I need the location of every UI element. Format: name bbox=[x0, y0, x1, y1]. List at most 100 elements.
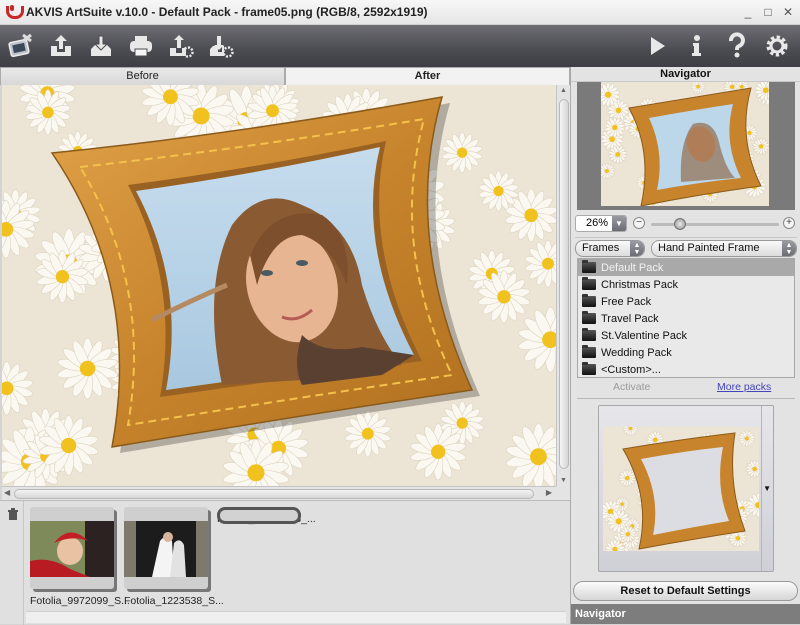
scroll-up-icon[interactable]: ▲ bbox=[560, 87, 567, 94]
window-title: AKVIS ArtSuite v.10.0 - Default Pack - f… bbox=[26, 5, 428, 19]
right-panel: Navigator 26% ▼ − + Frames ▲ ▼ Hand Pain… bbox=[570, 67, 800, 624]
reset-default-settings-button[interactable]: Reset to Default Settings bbox=[573, 581, 798, 601]
thumbnail-label: Fotolia_9972099_S... bbox=[30, 595, 130, 607]
print-button[interactable] bbox=[124, 29, 158, 63]
frame-preview-select[interactable]: ▼ bbox=[598, 405, 774, 572]
pack-item[interactable]: Default Pack bbox=[578, 259, 794, 276]
run-button[interactable] bbox=[640, 29, 674, 63]
pack-list: Default Pack Christmas Pack Free Pack Trave… bbox=[577, 258, 795, 378]
activate-link[interactable]: Activate bbox=[613, 381, 650, 393]
frame-select[interactable]: Hand Painted Frame ▲ ▼ bbox=[651, 240, 797, 257]
more-packs-link[interactable]: More packs bbox=[717, 381, 771, 393]
navigator-footer: Navigator bbox=[571, 604, 800, 624]
horizontal-scrollbar[interactable]: ◀ ▶ bbox=[2, 486, 556, 500]
scroll-down-icon[interactable]: ▼ bbox=[560, 477, 567, 484]
settings-icon bbox=[766, 35, 788, 57]
minimize-button[interactable]: _ bbox=[742, 5, 754, 19]
open-image-button[interactable] bbox=[44, 29, 78, 63]
thumbnail-item-selected[interactable]: Fotolia_15831553_... bbox=[217, 507, 316, 525]
load-preset-icon bbox=[170, 35, 194, 58]
title-bar: AKVIS ArtSuite v.10.0 - Default Pack - f… bbox=[0, 0, 800, 25]
navigator-thumbnail bbox=[595, 82, 780, 210]
akvis-logo-icon bbox=[6, 5, 24, 19]
strip-scrollbar[interactable] bbox=[26, 611, 566, 623]
pack-item[interactable]: Free Pack bbox=[578, 293, 794, 310]
pack-label: Default Pack bbox=[601, 261, 664, 274]
thumbnail-frame bbox=[217, 507, 301, 524]
toolbar bbox=[0, 25, 800, 67]
chevron-down-icon[interactable]: ▼ bbox=[763, 484, 771, 493]
pack-item[interactable]: <Custom>... bbox=[578, 361, 794, 378]
navigator-preview[interactable] bbox=[577, 82, 795, 210]
vertical-scroll-thumb[interactable] bbox=[559, 99, 569, 469]
thumbnail-photo bbox=[30, 521, 114, 577]
window-controls: _ □ ✕ bbox=[742, 5, 794, 19]
navigator-image bbox=[595, 82, 780, 210]
scroll-right-icon[interactable]: ▶ bbox=[546, 488, 552, 497]
frame-select-value: Hand Painted Frame bbox=[658, 242, 760, 254]
zoom-out-button[interactable]: − bbox=[633, 217, 645, 229]
info-button[interactable] bbox=[680, 29, 714, 63]
updown-arrows-icon: ▲ ▼ bbox=[782, 241, 796, 256]
framed-photo-image bbox=[2, 85, 556, 486]
save-preset-icon bbox=[210, 36, 234, 58]
thumbnail-item[interactable]: Fotolia_1223538_S... bbox=[124, 507, 224, 607]
folder-icon bbox=[582, 328, 596, 341]
zoom-level-select[interactable]: 26% ▼ bbox=[575, 215, 627, 232]
effect-select[interactable]: Frames ▲ ▼ bbox=[575, 240, 645, 257]
zoom-slider-thumb[interactable] bbox=[674, 218, 687, 230]
zoom-in-button[interactable]: + bbox=[783, 217, 795, 229]
pack-label: <Custom>... bbox=[601, 363, 661, 376]
load-preset-button[interactable] bbox=[164, 29, 198, 63]
pack-label: Free Pack bbox=[601, 295, 652, 308]
settings-button[interactable] bbox=[760, 29, 794, 63]
divider bbox=[577, 398, 795, 399]
pack-item[interactable]: St.Valentine Pack bbox=[578, 327, 794, 344]
pack-label: Travel Pack bbox=[601, 312, 659, 325]
scroll-left-icon[interactable]: ◀ bbox=[4, 488, 10, 497]
zoom-value: 26% bbox=[586, 217, 609, 229]
thumbnail-photo bbox=[124, 521, 208, 577]
maximize-button[interactable]: □ bbox=[762, 5, 774, 19]
pack-links: Activate More packs bbox=[577, 381, 795, 395]
run-icon bbox=[651, 37, 665, 55]
scroll-corner bbox=[556, 486, 570, 500]
thumbnail-frame bbox=[30, 507, 114, 589]
print-icon bbox=[130, 36, 152, 57]
tab-before[interactable]: Before bbox=[0, 67, 285, 85]
folder-icon bbox=[582, 345, 596, 358]
pack-item[interactable]: Travel Pack bbox=[578, 310, 794, 327]
strip-sidebar bbox=[0, 501, 24, 625]
pack-item[interactable]: Christmas Pack bbox=[578, 276, 794, 293]
close-button[interactable]: ✕ bbox=[782, 5, 794, 19]
save-image-button[interactable] bbox=[84, 29, 118, 63]
folder-icon bbox=[582, 294, 596, 307]
navigator-title: Navigator bbox=[571, 67, 800, 82]
save-preset-button[interactable] bbox=[204, 29, 238, 63]
folder-icon bbox=[582, 277, 596, 290]
zoom-slider[interactable] bbox=[651, 218, 779, 230]
artsuite-logo-button[interactable] bbox=[4, 29, 38, 63]
pack-label: Wedding Pack bbox=[601, 346, 672, 359]
effect-select-value: Frames bbox=[582, 242, 620, 254]
pack-item[interactable]: Wedding Pack bbox=[578, 344, 794, 361]
frame-preview-thumbnail bbox=[603, 427, 759, 551]
image-canvas[interactable] bbox=[2, 85, 556, 486]
open-image-icon bbox=[51, 35, 71, 56]
folder-icon bbox=[582, 362, 596, 375]
save-image-icon bbox=[91, 35, 111, 56]
vertical-scrollbar[interactable]: ▲ ▼ bbox=[556, 85, 570, 486]
horizontal-scroll-thumb[interactable] bbox=[14, 489, 534, 499]
thumbnail-frame bbox=[124, 507, 208, 589]
help-button[interactable] bbox=[720, 29, 754, 63]
tab-after[interactable]: After bbox=[285, 67, 570, 85]
zoom-controls: 26% ▼ − + bbox=[575, 215, 797, 233]
view-tabs: Before After bbox=[0, 67, 570, 85]
chevron-down-icon[interactable]: ▼ bbox=[612, 216, 626, 231]
trash-icon[interactable] bbox=[7, 508, 19, 520]
pack-label: Christmas Pack bbox=[601, 278, 679, 291]
pack-label: St.Valentine Pack bbox=[601, 329, 688, 342]
thumbnail-label: Fotolia_1223538_S... bbox=[124, 595, 224, 607]
help-icon bbox=[729, 32, 745, 58]
thumbnail-item[interactable]: Fotolia_9972099_S... bbox=[30, 507, 130, 607]
